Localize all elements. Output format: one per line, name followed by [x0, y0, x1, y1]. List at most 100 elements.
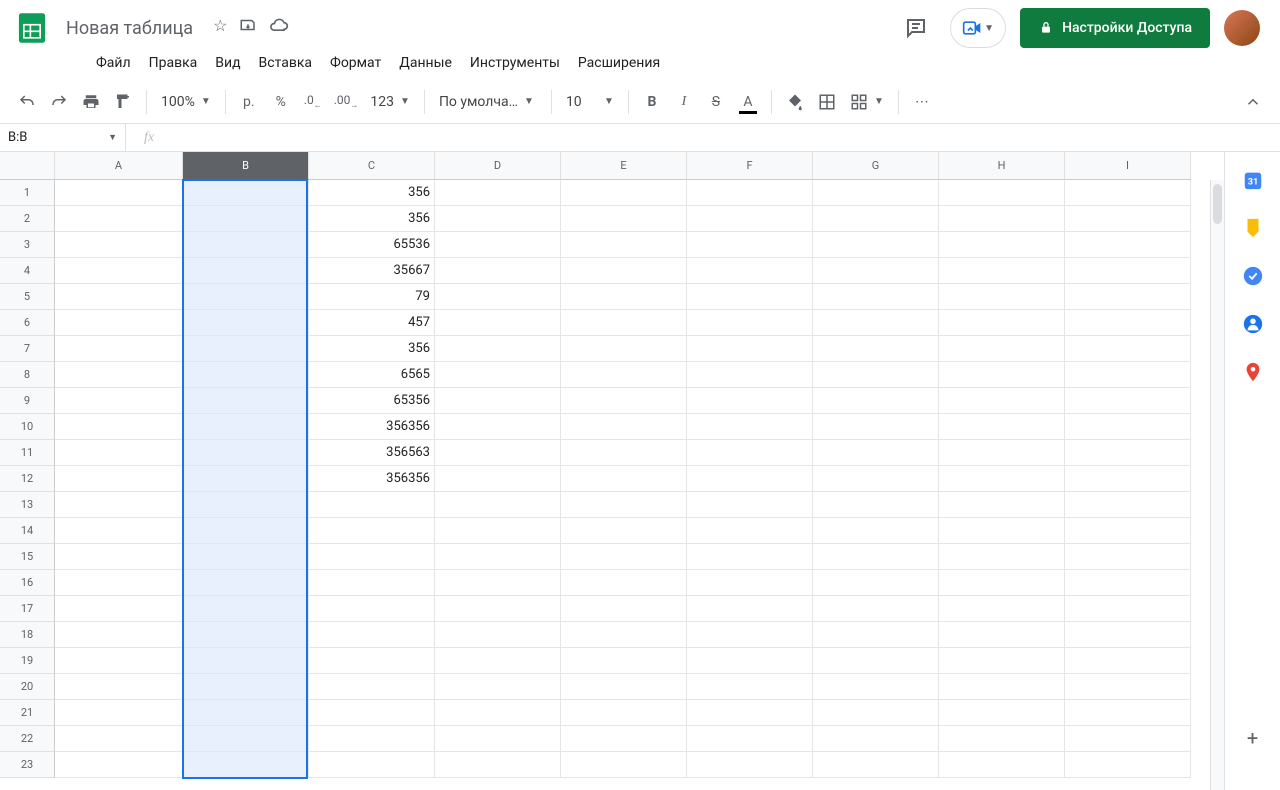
cell-D22[interactable]: [435, 726, 561, 752]
tasks-icon[interactable]: [1241, 264, 1265, 288]
column-header-B[interactable]: B: [183, 152, 309, 180]
cell-B1[interactable]: [183, 180, 309, 206]
cell-B7[interactable]: [183, 336, 309, 362]
row-header-9[interactable]: 9: [0, 388, 55, 414]
cell-B23[interactable]: [183, 752, 309, 778]
cell-A4[interactable]: [55, 258, 183, 284]
cell-H4[interactable]: [939, 258, 1065, 284]
cell-A16[interactable]: [55, 570, 183, 596]
cell-A11[interactable]: [55, 440, 183, 466]
percent-button[interactable]: %: [266, 87, 296, 117]
cell-D6[interactable]: [435, 310, 561, 336]
cell-D9[interactable]: [435, 388, 561, 414]
menu-данные[interactable]: Данные: [391, 51, 460, 75]
cell-B14[interactable]: [183, 518, 309, 544]
cell-A15[interactable]: [55, 544, 183, 570]
cell-C14[interactable]: [309, 518, 435, 544]
cell-F12[interactable]: [687, 466, 813, 492]
cell-F6[interactable]: [687, 310, 813, 336]
cell-E17[interactable]: [561, 596, 687, 622]
cell-B4[interactable]: [183, 258, 309, 284]
cell-E3[interactable]: [561, 232, 687, 258]
cell-H18[interactable]: [939, 622, 1065, 648]
cell-I7[interactable]: [1065, 336, 1191, 362]
font-dropdown[interactable]: По умолча…▼: [433, 87, 543, 117]
cell-D19[interactable]: [435, 648, 561, 674]
row-header-20[interactable]: 20: [0, 674, 55, 700]
row-header-2[interactable]: 2: [0, 206, 55, 232]
cell-C1[interactable]: 356: [309, 180, 435, 206]
cell-E2[interactable]: [561, 206, 687, 232]
cell-C18[interactable]: [309, 622, 435, 648]
cell-C22[interactable]: [309, 726, 435, 752]
cell-I11[interactable]: [1065, 440, 1191, 466]
cell-G10[interactable]: [813, 414, 939, 440]
cell-G1[interactable]: [813, 180, 939, 206]
row-header-19[interactable]: 19: [0, 648, 55, 674]
cell-B17[interactable]: [183, 596, 309, 622]
row-header-13[interactable]: 13: [0, 492, 55, 518]
cell-I15[interactable]: [1065, 544, 1191, 570]
cell-G22[interactable]: [813, 726, 939, 752]
cell-A1[interactable]: [55, 180, 183, 206]
contacts-icon[interactable]: [1241, 312, 1265, 336]
column-header-C[interactable]: C: [309, 152, 435, 180]
cell-H12[interactable]: [939, 466, 1065, 492]
cell-C15[interactable]: [309, 544, 435, 570]
cell-G19[interactable]: [813, 648, 939, 674]
cell-B11[interactable]: [183, 440, 309, 466]
cell-B9[interactable]: [183, 388, 309, 414]
move-icon[interactable]: [239, 16, 257, 40]
menu-расширения[interactable]: Расширения: [570, 51, 668, 75]
cell-F16[interactable]: [687, 570, 813, 596]
strikethrough-button[interactable]: S: [701, 87, 731, 117]
cell-F20[interactable]: [687, 674, 813, 700]
cell-C3[interactable]: 65536: [309, 232, 435, 258]
cell-G14[interactable]: [813, 518, 939, 544]
cell-B18[interactable]: [183, 622, 309, 648]
cell-F5[interactable]: [687, 284, 813, 310]
cell-E5[interactable]: [561, 284, 687, 310]
cell-H11[interactable]: [939, 440, 1065, 466]
calendar-icon[interactable]: 31: [1241, 168, 1265, 192]
cell-A12[interactable]: [55, 466, 183, 492]
cell-D1[interactable]: [435, 180, 561, 206]
paint-format-icon[interactable]: [108, 87, 138, 117]
borders-button[interactable]: [812, 87, 842, 117]
row-header-1[interactable]: 1: [0, 180, 55, 206]
cell-D5[interactable]: [435, 284, 561, 310]
cell-B5[interactable]: [183, 284, 309, 310]
merge-button[interactable]: ▼: [844, 87, 890, 117]
undo-icon[interactable]: [12, 87, 42, 117]
cloud-icon[interactable]: [269, 16, 289, 40]
cell-E1[interactable]: [561, 180, 687, 206]
cell-I18[interactable]: [1065, 622, 1191, 648]
cell-G23[interactable]: [813, 752, 939, 778]
cell-F7[interactable]: [687, 336, 813, 362]
row-header-15[interactable]: 15: [0, 544, 55, 570]
cell-C9[interactable]: 65356: [309, 388, 435, 414]
row-header-16[interactable]: 16: [0, 570, 55, 596]
menu-файл[interactable]: Файл: [88, 51, 139, 75]
cell-E11[interactable]: [561, 440, 687, 466]
cell-A9[interactable]: [55, 388, 183, 414]
cell-I2[interactable]: [1065, 206, 1191, 232]
cell-F8[interactable]: [687, 362, 813, 388]
cell-G3[interactable]: [813, 232, 939, 258]
cell-A22[interactable]: [55, 726, 183, 752]
cell-C2[interactable]: 356: [309, 206, 435, 232]
column-header-D[interactable]: D: [435, 152, 561, 180]
cell-G5[interactable]: [813, 284, 939, 310]
cell-G6[interactable]: [813, 310, 939, 336]
cell-A6[interactable]: [55, 310, 183, 336]
cell-D2[interactable]: [435, 206, 561, 232]
meet-button[interactable]: ▼: [950, 8, 1006, 48]
cell-B15[interactable]: [183, 544, 309, 570]
cell-F9[interactable]: [687, 388, 813, 414]
column-header-H[interactable]: H: [939, 152, 1065, 180]
cell-I3[interactable]: [1065, 232, 1191, 258]
cell-I5[interactable]: [1065, 284, 1191, 310]
cell-B2[interactable]: [183, 206, 309, 232]
cell-A5[interactable]: [55, 284, 183, 310]
decrease-decimal-button[interactable]: .0←: [298, 87, 328, 117]
